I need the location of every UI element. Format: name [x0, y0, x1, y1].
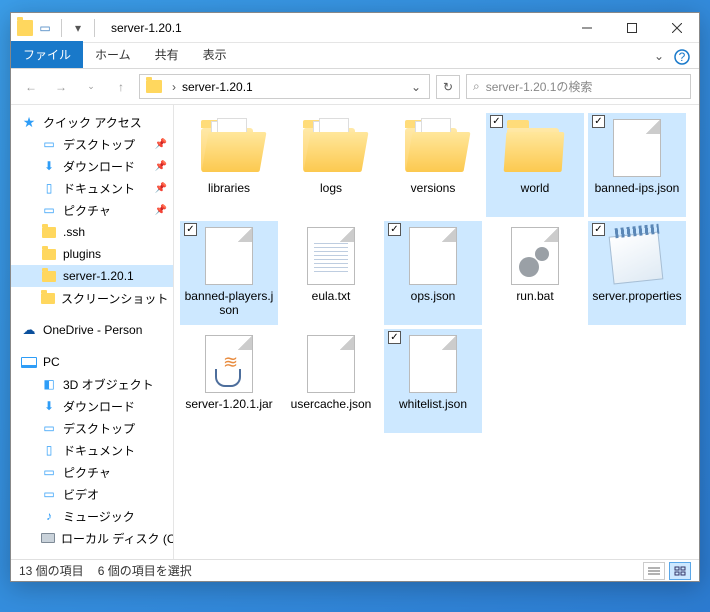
status-bar: 13 個の項目 6 個の項目を選択 — [11, 559, 699, 581]
picture-icon: ▭ — [41, 465, 57, 479]
desktop-icon: ▭ — [41, 137, 57, 151]
folder-icon — [41, 291, 55, 305]
qat-properties-icon[interactable]: ▭ — [37, 20, 53, 36]
sidebar-pc-pictures[interactable]: ▭ピクチャ — [11, 461, 173, 483]
checkbox[interactable]: ✓ — [592, 223, 605, 236]
back-button[interactable]: ← — [19, 75, 43, 99]
music-icon: ♪ — [41, 509, 57, 523]
address-bar: ← → ⌄ ↑ › server-1.20.1 ⌄ ↻ ⌕ server-1.2… — [11, 69, 699, 105]
navigation-pane: ★クイック アクセス ▭デスクトップ📌 ⬇ダウンロード📌 ▯ドキュメント📌 ▭ピ… — [11, 105, 174, 559]
recent-dropdown[interactable]: ⌄ — [79, 75, 103, 99]
maximize-button[interactable] — [609, 13, 654, 42]
search-icon: ⌕ — [473, 79, 480, 94]
sidebar-local-disk[interactable]: ローカル ディスク (C — [11, 527, 173, 549]
svg-text:?: ? — [679, 50, 686, 64]
document-icon: ▯ — [41, 181, 57, 195]
forward-button[interactable]: → — [49, 75, 73, 99]
up-button[interactable]: ↑ — [109, 75, 133, 99]
view-details-button[interactable] — [643, 562, 665, 580]
qat-customize-icon[interactable]: ▾ — [70, 20, 86, 36]
chevron-right-icon[interactable]: › — [168, 80, 180, 94]
sidebar-pc-documents[interactable]: ▯ドキュメント — [11, 439, 173, 461]
star-icon: ★ — [21, 115, 37, 129]
file-run-bat[interactable]: run.bat — [486, 221, 584, 325]
view-large-icons-button[interactable] — [669, 562, 691, 580]
pin-icon: 📌 — [155, 161, 167, 172]
qat-folder-icon — [17, 20, 33, 36]
file-whitelist[interactable]: ✓whitelist.json — [384, 329, 482, 433]
tab-file[interactable]: ファイル — [11, 41, 83, 68]
folder-versions[interactable]: versions — [384, 113, 482, 217]
sidebar-pc-videos[interactable]: ▭ビデオ — [11, 483, 173, 505]
sidebar-pc[interactable]: PC — [11, 351, 173, 373]
search-placeholder: server-1.20.1の検索 — [486, 78, 593, 95]
status-item-count: 13 個の項目 — [19, 562, 84, 579]
file-ops[interactable]: ✓ops.json — [384, 221, 482, 325]
folder-logs[interactable]: logs — [282, 113, 380, 217]
tab-share[interactable]: 共有 — [143, 41, 191, 68]
window-title: server-1.20.1 — [105, 21, 564, 35]
breadcrumb[interactable]: server-1.20.1 — [180, 80, 255, 94]
tab-home[interactable]: ホーム — [83, 41, 143, 68]
file-list[interactable]: libraries logs versions ✓world ✓banned-i… — [174, 105, 699, 559]
checkbox[interactable]: ✓ — [388, 223, 401, 236]
download-icon: ⬇ — [41, 399, 57, 413]
pin-icon: 📌 — [155, 139, 167, 150]
ribbon-expand-icon[interactable]: ⌄ — [647, 44, 671, 68]
sidebar-ssh[interactable]: .ssh — [11, 221, 173, 243]
folder-icon — [41, 269, 57, 283]
sidebar-pc-desktop[interactable]: ▭デスクトップ — [11, 417, 173, 439]
checkbox[interactable]: ✓ — [592, 115, 605, 128]
folder-icon — [41, 247, 57, 261]
pin-icon: 📌 — [155, 205, 167, 216]
sidebar-screenshots[interactable]: スクリーンショット — [11, 287, 173, 309]
folder-world[interactable]: ✓world — [486, 113, 584, 217]
ribbon: ファイル ホーム 共有 表示 ⌄ ? — [11, 43, 699, 69]
address-field[interactable]: › server-1.20.1 ⌄ — [139, 74, 430, 99]
search-input[interactable]: ⌕ server-1.20.1の検索 — [466, 74, 691, 99]
tab-view[interactable]: 表示 — [191, 41, 239, 68]
video-icon: ▭ — [41, 487, 57, 501]
status-selected-count: 6 個の項目を選択 — [98, 562, 192, 579]
checkbox[interactable]: ✓ — [490, 115, 503, 128]
title-bar: ▭ ▾ server-1.20.1 — [11, 13, 699, 43]
sidebar-onedrive[interactable]: ☁OneDrive - Person — [11, 319, 173, 341]
refresh-button[interactable]: ↻ — [436, 75, 460, 99]
objects3d-icon: ◧ — [41, 377, 57, 391]
close-button[interactable] — [654, 13, 699, 42]
file-server-jar[interactable]: ≋server-1.20.1.jar — [180, 329, 278, 433]
pc-icon — [21, 355, 37, 369]
checkbox[interactable]: ✓ — [184, 223, 197, 236]
file-banned-ips[interactable]: ✓banned-ips.json — [588, 113, 686, 217]
sidebar-pc-music[interactable]: ♪ミュージック — [11, 505, 173, 527]
folder-icon — [41, 225, 57, 239]
file-usercache[interactable]: usercache.json — [282, 329, 380, 433]
file-eula[interactable]: eula.txt — [282, 221, 380, 325]
checkbox[interactable]: ✓ — [388, 331, 401, 344]
file-server-properties[interactable]: ✓server.properties — [588, 221, 686, 325]
sidebar-pictures[interactable]: ▭ピクチャ📌 — [11, 199, 173, 221]
help-button[interactable]: ? — [671, 46, 693, 68]
explorer-window: ▭ ▾ server-1.20.1 ファイル ホーム 共有 表示 ⌄ ? ← →… — [10, 12, 700, 582]
path-folder-icon — [146, 80, 162, 93]
sidebar-downloads[interactable]: ⬇ダウンロード📌 — [11, 155, 173, 177]
file-banned-players[interactable]: ✓banned-players.json — [180, 221, 278, 325]
sidebar-quick-access[interactable]: ★クイック アクセス — [11, 111, 173, 133]
document-icon: ▯ — [41, 443, 57, 457]
sidebar-desktop[interactable]: ▭デスクトップ📌 — [11, 133, 173, 155]
sidebar-plugins[interactable]: plugins — [11, 243, 173, 265]
cloud-icon: ☁ — [21, 323, 37, 337]
desktop-icon: ▭ — [41, 421, 57, 435]
sidebar-documents[interactable]: ▯ドキュメント📌 — [11, 177, 173, 199]
path-dropdown-icon[interactable]: ⌄ — [407, 80, 425, 94]
sidebar-server[interactable]: server-1.20.1 — [11, 265, 173, 287]
minimize-button[interactable] — [564, 13, 609, 42]
sidebar-3d-objects[interactable]: ◧3D オブジェクト — [11, 373, 173, 395]
folder-libraries[interactable]: libraries — [180, 113, 278, 217]
picture-icon: ▭ — [41, 203, 57, 217]
drive-icon — [41, 531, 55, 545]
pin-icon: 📌 — [155, 183, 167, 194]
download-icon: ⬇ — [41, 159, 57, 173]
sidebar-pc-downloads[interactable]: ⬇ダウンロード — [11, 395, 173, 417]
